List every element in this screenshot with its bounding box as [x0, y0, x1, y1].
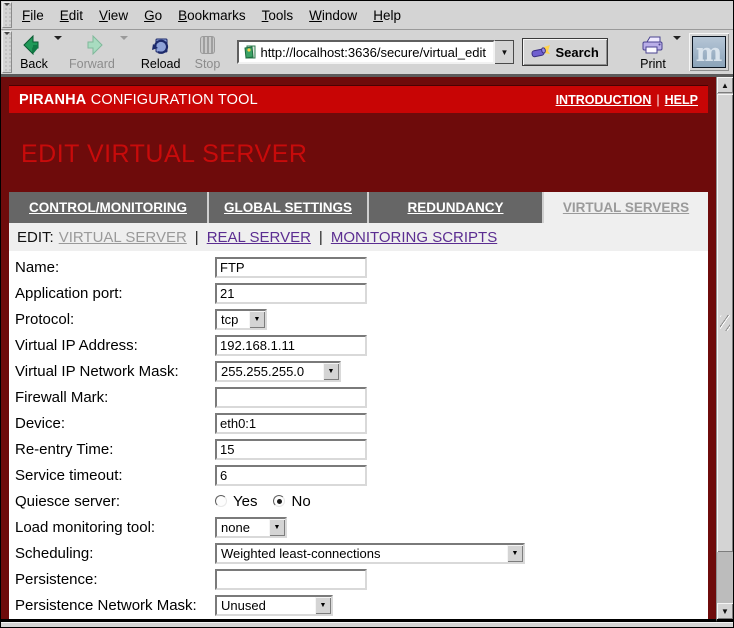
form-row-persistence: Persistence: [9, 566, 708, 592]
scrollbar-thumb[interactable] [717, 94, 733, 552]
reload-button[interactable]: Reload [136, 30, 186, 74]
throbber-button[interactable]: m [689, 33, 729, 71]
tab-control-monitoring[interactable]: CONTROL/MONITORING [9, 192, 209, 223]
back-icon [23, 34, 45, 56]
url-box: ▼ Search [237, 38, 607, 66]
scheduling-select[interactable]: Weighted least-connections ▼ [215, 543, 525, 564]
window-bottom-frame [1, 622, 733, 627]
toolbar-grippy[interactable] [2, 31, 12, 73]
tab-redundancy[interactable]: REDUNDANCY [369, 192, 544, 223]
chevron-down-icon: ▼ [315, 597, 331, 614]
print-dropdown-icon[interactable] [673, 36, 681, 44]
protocol-select[interactable]: tcp ▼ [215, 309, 267, 330]
vertical-scrollbar[interactable]: ▲ ▼ [716, 77, 733, 622]
persistence-mask-select[interactable]: Unused ▼ [215, 595, 333, 616]
stop-button[interactable]: Stop [187, 30, 227, 74]
menu-help[interactable]: Help [365, 4, 409, 27]
app-title: PIRANHA CONFIGURATION TOOL [19, 92, 258, 108]
form-row-quiesce-server: Quiesce server: Yes No [9, 488, 708, 514]
form-row-application-port: Application port: [9, 280, 708, 306]
menu-bookmarks[interactable]: Bookmarks [170, 4, 254, 27]
search-icon [531, 45, 551, 60]
menu-edit[interactable]: Edit [52, 4, 91, 27]
help-link[interactable]: HELP [665, 93, 698, 107]
quiesce-yes-radio[interactable] [215, 495, 227, 507]
scroll-down-button[interactable]: ▼ [717, 603, 733, 619]
menu-tools[interactable]: Tools [254, 4, 302, 27]
name-input[interactable] [215, 257, 367, 278]
scroll-up-button[interactable]: ▲ [717, 77, 733, 93]
navigation-toolbar: Back Forward [1, 30, 733, 77]
device-input[interactable] [215, 413, 367, 434]
chevron-down-icon: ▼ [507, 545, 523, 562]
scroll-down-icon: ▼ [721, 607, 729, 616]
print-button[interactable]: Print [633, 30, 673, 74]
menu-go[interactable]: Go [136, 4, 170, 27]
forward-dropdown-icon[interactable] [120, 36, 128, 44]
chevron-down-icon: ▼ [249, 311, 265, 328]
edit-prefix-label: EDIT: [17, 229, 54, 246]
persistence-input[interactable] [215, 569, 367, 590]
form-row-load-monitoring: Load monitoring tool: none ▼ [9, 514, 708, 540]
subnav-real-server-link[interactable]: REAL SERVER [207, 229, 311, 246]
introduction-link[interactable]: INTRODUCTION [556, 93, 652, 107]
firewall-mark-input[interactable] [215, 387, 367, 408]
virtual-ip-mask-select[interactable]: 255.255.255.0 ▼ [215, 361, 341, 382]
form-row-virtual-ip: Virtual IP Address: [9, 332, 708, 358]
form-row-virtual-ip-mask: Virtual IP Network Mask: 255.255.255.0 ▼ [9, 358, 708, 384]
virtual-server-form: Name: Application port: Protocol: tcp ▼ … [9, 251, 708, 619]
form-row-device: Device: [9, 410, 708, 436]
quiesce-radio-group: Yes No [215, 493, 321, 510]
forward-icon [81, 34, 103, 56]
tab-virtual-servers[interactable]: VIRTUAL SERVERS [544, 192, 708, 223]
scroll-up-icon: ▲ [721, 81, 729, 90]
mozilla-logo-icon: m [692, 36, 726, 68]
chevron-down-icon: ▼ [501, 48, 509, 57]
reload-icon [151, 34, 171, 56]
menu-bar: File Edit View Go Bookmarks Tools Window… [1, 1, 733, 30]
form-row-firewall-mark: Firewall Mark: [9, 384, 708, 410]
url-field[interactable] [237, 40, 495, 64]
stop-icon [200, 34, 215, 56]
page-title: EDIT VIRTUAL SERVER [21, 140, 716, 170]
tab-global-settings[interactable]: GLOBAL SETTINGS [209, 192, 369, 223]
url-input[interactable] [260, 45, 491, 60]
form-row-persistence-mask: Persistence Network Mask: Unused ▼ [9, 592, 708, 618]
form-row-scheduling: Scheduling: Weighted least-connections ▼ [9, 540, 708, 566]
chevron-down-icon: ▼ [269, 519, 285, 536]
load-monitoring-select[interactable]: none ▼ [215, 517, 287, 538]
form-row-service-timeout: Service timeout: [9, 462, 708, 488]
application-port-input[interactable] [215, 283, 367, 304]
page-content: PIRANHA CONFIGURATION TOOL INTRODUCTION … [1, 77, 716, 622]
subnav-virtual-server-current: VIRTUAL SERVER [59, 229, 187, 246]
forward-button[interactable]: Forward [64, 30, 120, 74]
url-bookmark-icon[interactable] [244, 45, 257, 59]
url-history-dropdown[interactable]: ▼ [495, 40, 514, 64]
print-icon [641, 34, 665, 56]
browser-window: File Edit View Go Bookmarks Tools Window… [0, 0, 734, 628]
subnav-monitoring-scripts-link[interactable]: MONITORING SCRIPTS [331, 229, 497, 246]
edit-subnav: EDIT: VIRTUAL SERVER | REAL SERVER | MON… [9, 223, 708, 251]
menu-file[interactable]: File [14, 4, 52, 27]
piranha-header-bar: PIRANHA CONFIGURATION TOOL INTRODUCTION … [9, 85, 708, 113]
tab-bar: CONTROL/MONITORING GLOBAL SETTINGS REDUN… [1, 192, 716, 223]
search-button[interactable]: Search [522, 38, 607, 66]
toolbar-grippy[interactable] [2, 2, 12, 28]
back-dropdown-icon[interactable] [54, 36, 62, 44]
header-link-separator: | [656, 93, 659, 107]
menu-view[interactable]: View [91, 4, 136, 27]
chevron-down-icon: ▼ [323, 363, 339, 380]
form-row-name: Name: [9, 254, 708, 280]
virtual-ip-input[interactable] [215, 335, 367, 356]
form-row-reentry-time: Re-entry Time: [9, 436, 708, 462]
form-row-protocol: Protocol: tcp ▼ [9, 306, 708, 332]
reentry-time-input[interactable] [215, 439, 367, 460]
quiesce-no-radio[interactable] [273, 495, 285, 507]
service-timeout-input[interactable] [215, 465, 367, 486]
back-button[interactable]: Back [14, 30, 54, 74]
menu-window[interactable]: Window [301, 4, 365, 27]
